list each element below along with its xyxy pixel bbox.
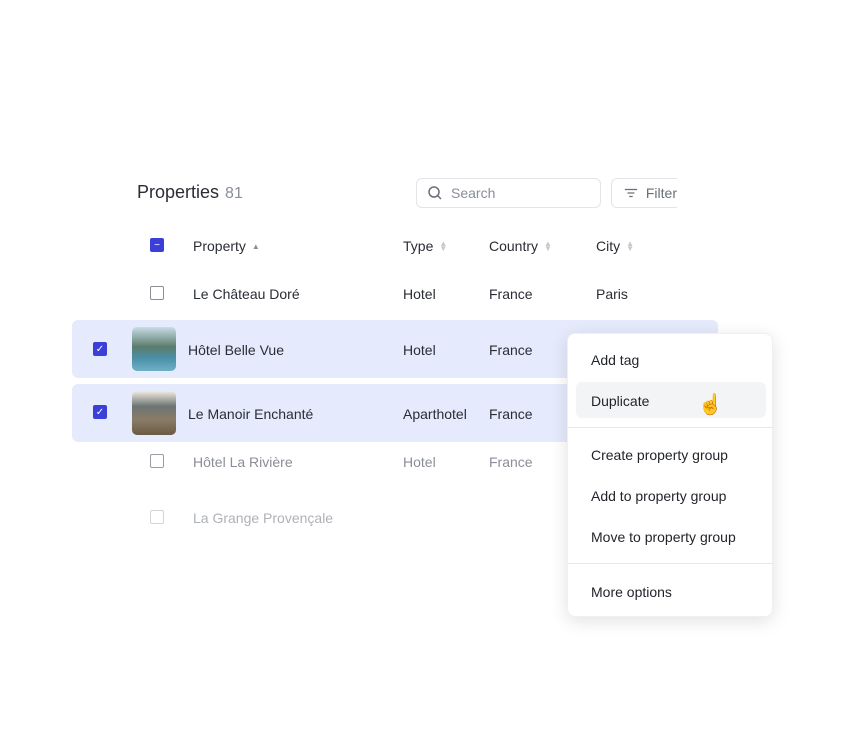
menu-item-duplicate-label[interactable]: Duplicate (591, 393, 649, 409)
property-country: France (489, 342, 533, 358)
column-header-property[interactable]: Property ▲ (193, 238, 260, 254)
row-checkbox[interactable]: ✓ (93, 342, 107, 356)
header-label: Property (193, 238, 246, 254)
sort-icon: ▲ ▼ (626, 239, 635, 253)
property-thumbnail (132, 327, 176, 371)
menu-item-add-to-group[interactable]: Add to property group (591, 488, 726, 504)
sort-icon: ▲ ▼ (544, 239, 552, 253)
row-checkbox[interactable] (150, 454, 164, 468)
menu-item-move-to-group[interactable]: Move to property group (591, 529, 736, 545)
page-title: Properties 81 (137, 182, 243, 203)
column-header-type[interactable]: Type ▲ ▼ (403, 238, 447, 254)
column-header-city[interactable]: City ▲ ▼ (596, 238, 634, 254)
hand-cursor-icon: ☝ (698, 394, 723, 416)
menu-divider (568, 427, 772, 428)
property-type: Hotel (403, 454, 436, 470)
property-city: Paris (596, 286, 628, 302)
column-header-country[interactable]: Country ▲ ▼ (489, 238, 552, 254)
context-menu: Add tag Duplicate ☝ Create property grou… (567, 333, 773, 617)
property-name[interactable]: Le Château Doré (193, 286, 300, 302)
menu-item-add-tag[interactable]: Add tag (591, 352, 639, 368)
property-country: France (489, 406, 533, 422)
property-type: Hotel (403, 286, 436, 302)
header-label: Country (489, 238, 539, 254)
row-checkbox[interactable] (150, 510, 164, 524)
menu-divider (568, 563, 772, 564)
property-name[interactable]: Hôtel La Rivière (193, 454, 293, 470)
property-country: France (489, 454, 533, 470)
filter-icon (624, 188, 638, 198)
menu-item-create-group[interactable]: Create property group (591, 447, 728, 463)
sort-icon: ▲ ▼ (439, 239, 448, 253)
property-name[interactable]: Le Manoir Enchanté (188, 406, 313, 422)
property-country: France (489, 286, 533, 302)
search-icon (428, 186, 442, 200)
filter-label: Filter (645, 185, 677, 201)
header-label: Type (403, 238, 434, 254)
property-type: Hotel (403, 342, 436, 358)
property-thumbnail (132, 391, 176, 435)
search-placeholder: Search (451, 185, 496, 201)
sort-icon: ▲ (251, 241, 260, 251)
row-checkbox[interactable]: ✓ (93, 405, 107, 419)
filter-button[interactable]: Filter (611, 178, 677, 208)
row-checkbox[interactable] (150, 286, 164, 300)
search-input[interactable]: Search (416, 178, 601, 208)
menu-item-more-options[interactable]: More options (591, 584, 672, 600)
property-type: Aparthotel (403, 406, 467, 422)
property-name[interactable]: La Grange Provençale (193, 510, 333, 526)
property-name[interactable]: Hôtel Belle Vue (188, 342, 284, 358)
property-count: 81 (225, 185, 243, 202)
header-label: City (596, 238, 621, 254)
select-all-checkbox[interactable]: − (150, 238, 164, 252)
title-text: Properties (137, 182, 220, 202)
